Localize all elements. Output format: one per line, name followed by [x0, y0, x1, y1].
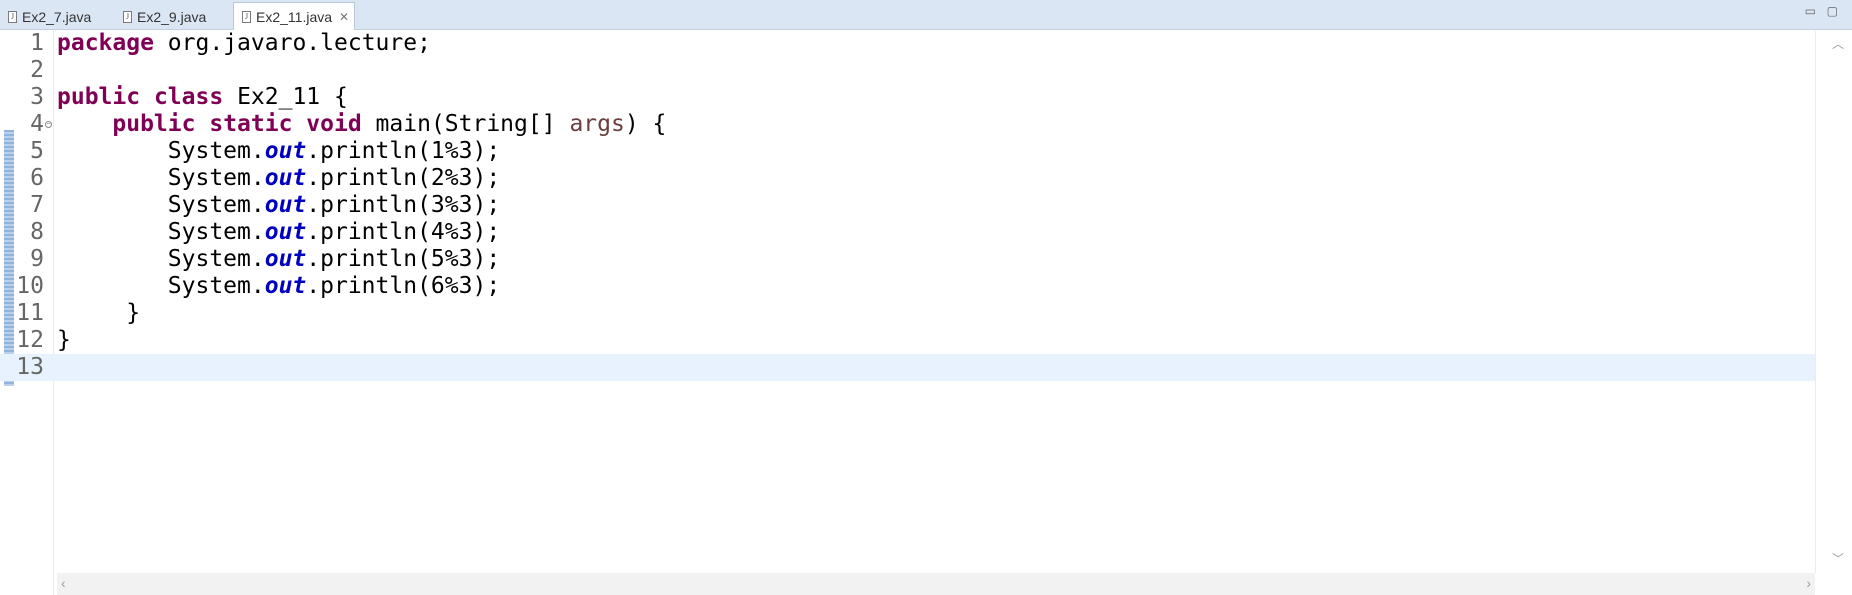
code-line[interactable]: 8 System.out.println(4%3);	[0, 219, 1852, 246]
code-text: System.out.println(2%3);	[167, 165, 501, 191]
tab-ex2-7[interactable]: J Ex2_7.java	[0, 3, 100, 30]
minimize-icon[interactable]: ▭	[1805, 4, 1816, 18]
fold-collapse-icon[interactable]: −	[45, 121, 52, 128]
code-line[interactable]: 2	[0, 57, 1852, 84]
scroll-up-icon[interactable]: ︿	[1832, 35, 1844, 52]
code-text: System.out.println(6%3);	[167, 273, 501, 299]
code-text: public static void main(String[] args) {	[112, 111, 667, 137]
java-file-icon: J	[8, 10, 17, 23]
code-text: }	[57, 327, 71, 353]
line-number: 9	[30, 246, 44, 272]
code-text: System.out.println(5%3);	[167, 246, 501, 272]
code-line[interactable]: 3 public class Ex2_11 {	[0, 84, 1852, 111]
line-number: 2	[30, 57, 44, 83]
eclipse-editor-window: J Ex2_7.java J Ex2_9.java J Ex2_11.java …	[0, 0, 1852, 595]
tab-ex2-11[interactable]: J Ex2_11.java ✕	[233, 2, 355, 30]
code-line[interactable]: 11 }	[0, 300, 1852, 327]
code-line[interactable]: 4− public static void main(String[] args…	[0, 111, 1852, 138]
scrollbar-corner	[1815, 573, 1852, 595]
code-editor[interactable]: 1 package org.javaro.lecture; 2 3 public cla…	[0, 30, 1852, 595]
code-line[interactable]: 12}	[0, 327, 1852, 354]
tab-label: Ex2_11.java	[256, 8, 333, 25]
code-text: System.out.println(1%3);	[167, 138, 501, 164]
scroll-down-icon[interactable]: ﹀	[1832, 550, 1844, 567]
code-text: public class Ex2_11 {	[57, 84, 348, 110]
code-line[interactable]: 7 System.out.println(3%3);	[0, 192, 1852, 219]
java-file-icon: J	[242, 10, 251, 23]
code-text: System.out.println(3%3);	[167, 192, 501, 218]
tab-label: Ex2_7.java	[22, 8, 92, 25]
code-line[interactable]: 10 System.out.println(6%3);	[0, 273, 1852, 300]
line-number: 13	[16, 354, 44, 380]
line-number: 3	[30, 84, 44, 110]
line-number: 1	[30, 30, 44, 56]
line-number: 11	[16, 300, 44, 326]
line-number: 5	[30, 138, 44, 164]
maximize-icon[interactable]: ▢	[1827, 4, 1838, 18]
line-number: 7	[30, 192, 44, 218]
tab-label: Ex2_9.java	[137, 8, 207, 25]
code-line[interactable]: 9 System.out.println(5%3);	[0, 246, 1852, 273]
code-text: System.out.println(4%3);	[167, 219, 501, 245]
code-line[interactable]: 13	[0, 354, 1815, 381]
scroll-left-icon[interactable]: ‹	[61, 575, 66, 591]
tab-ex2-9[interactable]: J Ex2_9.java	[115, 3, 225, 30]
line-number: 8	[30, 219, 44, 245]
close-icon[interactable]: ✕	[339, 10, 349, 24]
code-line[interactable]: 6 System.out.println(2%3);	[0, 165, 1852, 192]
vertical-scrollbar[interactable]: ︿ ﹀	[1815, 31, 1852, 573]
code-text: }	[57, 300, 141, 326]
editor-tab-bar: J Ex2_7.java J Ex2_9.java J Ex2_11.java …	[0, 0, 1852, 30]
code-text: package org.javaro.lecture;	[57, 30, 431, 56]
line-number: 10	[16, 273, 44, 299]
horizontal-scrollbar[interactable]: ‹ ›	[57, 573, 1815, 595]
java-file-icon: J	[123, 10, 132, 23]
code-line[interactable]: 1 package org.javaro.lecture;	[0, 30, 1852, 57]
line-number: 12	[16, 327, 44, 353]
scroll-right-icon[interactable]: ›	[1806, 575, 1811, 591]
line-number: 4	[30, 111, 44, 137]
line-number: 6	[30, 165, 44, 191]
code-line[interactable]: 5 System.out.println(1%3);	[0, 138, 1852, 165]
